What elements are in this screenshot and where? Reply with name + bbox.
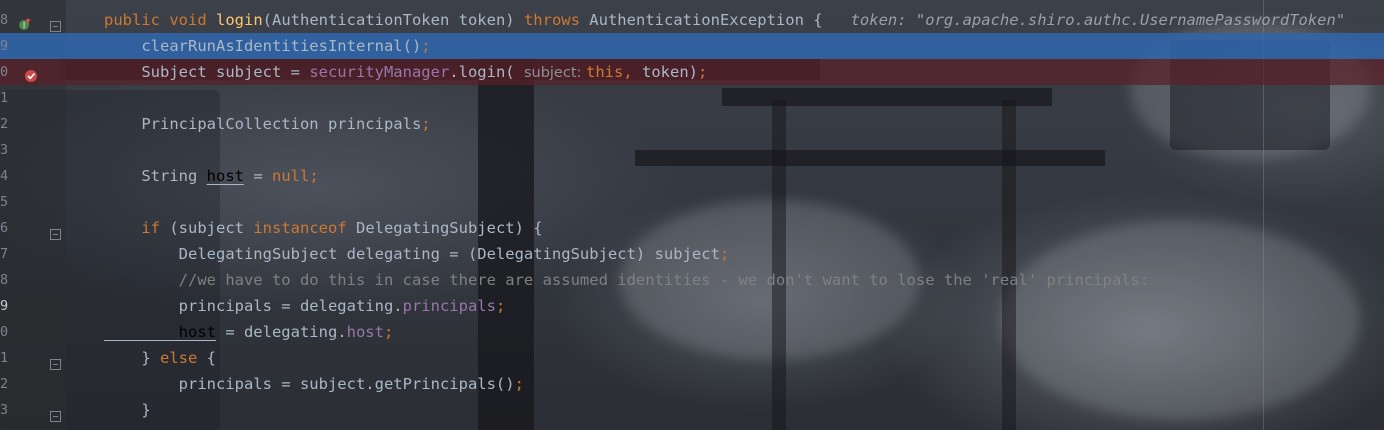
code-token: token) — [642, 63, 699, 81]
code-line[interactable]: 6 if (subject instanceof DelegatingSubje… — [0, 215, 1384, 241]
code-line[interactable]: 0 Subject subject = securityManager.logi… — [0, 59, 1384, 85]
fold-marker-icon[interactable] — [50, 352, 61, 370]
line-number[interactable]: 1 — [0, 345, 12, 371]
code-token: void — [169, 11, 216, 29]
code-token: (subject — [169, 219, 254, 237]
code-line[interactable]: 3 } — [0, 397, 1384, 423]
code-token: ; — [495, 297, 506, 315]
line-number[interactable]: 3 — [0, 137, 12, 163]
code-line[interactable]: 0 host = delegating.host; — [0, 319, 1384, 345]
fold-marker-icon[interactable] — [50, 14, 61, 32]
inline-debug-value: token: "org.apache.shiro.authc.UsernameP… — [850, 11, 1346, 29]
code-text: } — [104, 397, 151, 423]
line-number[interactable]: 7 — [0, 241, 12, 267]
line-number[interactable]: 9 — [0, 293, 12, 319]
code-text: principals = subject.getPrincipals(); — [104, 371, 524, 397]
line-number[interactable]: 2 — [0, 111, 12, 137]
code-token: PrincipalCollection principals — [104, 115, 422, 133]
line-number[interactable]: 8 — [0, 267, 12, 293]
code-token: host — [206, 167, 244, 185]
code-line[interactable]: 1 — [0, 85, 1384, 111]
code-token: clearRunAsIdentitiesInternal() — [104, 37, 422, 55]
code-token: ; — [421, 115, 431, 133]
code-token: this — [586, 63, 624, 81]
code-line[interactable]: 8 //we have to do this in case there are… — [0, 267, 1384, 293]
code-token: ; — [383, 323, 394, 341]
code-text: DelegatingSubject delegating = (Delegati… — [104, 241, 730, 267]
code-text: } else { — [104, 345, 216, 371]
line-number[interactable]: 3 — [0, 397, 12, 423]
code-token: else — [160, 349, 207, 367]
code-token: } — [104, 401, 151, 419]
code-token: principals = delegating. — [104, 297, 403, 315]
code-token: .login( — [449, 63, 524, 81]
code-token: throws — [523, 11, 590, 29]
code-token: principals — [402, 297, 496, 315]
code-text: clearRunAsIdentitiesInternal(); — [104, 33, 431, 59]
code-text: PrincipalCollection principals; — [104, 111, 431, 137]
code-token: AuthenticationException { — [589, 11, 823, 29]
code-text: Subject subject = securityManager.login(… — [104, 59, 707, 86]
line-number[interactable]: 8 — [0, 7, 12, 33]
code-token: } — [104, 349, 160, 367]
line-number[interactable]: 0 — [0, 319, 12, 345]
line-number[interactable]: 2 — [0, 371, 12, 397]
code-token: subject: — [523, 65, 587, 81]
code-text: principals = delegating.principals; — [104, 293, 506, 319]
line-number[interactable]: 1 — [0, 85, 12, 111]
code-token: String — [104, 167, 207, 185]
override-implements-icon[interactable]: I — [18, 13, 32, 30]
code-token: = delegating. — [215, 323, 347, 341]
code-text: if (subject instanceof DelegatingSubject… — [104, 215, 543, 241]
line-number[interactable]: 5 — [0, 189, 12, 215]
code-token: = — [243, 167, 272, 185]
code-token: , — [623, 63, 643, 81]
code-text: String host = null; — [104, 163, 319, 189]
code-token: ; — [719, 245, 730, 263]
code-token: host — [346, 323, 384, 341]
svg-text:I: I — [23, 21, 25, 30]
code-token: (AuthenticationToken token) — [262, 11, 524, 29]
code-text: host = delegating.host; — [104, 319, 394, 345]
code-line[interactable]: 7 DelegatingSubject delegating = (Delega… — [0, 241, 1384, 267]
code-token: instanceof — [253, 219, 356, 237]
fold-marker-icon[interactable] — [50, 222, 61, 240]
code-token: principals = subject.getPrincipals() — [104, 375, 515, 393]
code-token: ; — [698, 63, 708, 81]
code-token: ; — [309, 167, 319, 185]
code-line[interactable]: 5 — [0, 189, 1384, 215]
line-number[interactable]: 9 — [0, 33, 12, 59]
code-token: ; — [514, 375, 524, 393]
code-token: host — [104, 323, 216, 341]
code-token: login — [216, 11, 263, 29]
code-token: DelegatingSubject delegating = (Delegati… — [104, 245, 720, 263]
code-line[interactable]: 3 — [0, 137, 1384, 163]
code-token: DelegatingSubject) { — [355, 219, 543, 237]
code-text: public void login(AuthenticationToken to… — [104, 7, 1345, 33]
line-number[interactable]: 4 — [0, 163, 12, 189]
code-token: if — [104, 219, 170, 237]
code-line[interactable]: 1 } else { — [0, 345, 1384, 371]
code-line[interactable]: 2 PrincipalCollection principals; — [0, 111, 1384, 137]
code-line[interactable]: 4 String host = null; — [0, 163, 1384, 189]
code-token: ; — [421, 37, 431, 55]
code-line[interactable]: 9 clearRunAsIdentitiesInternal(); — [0, 33, 1384, 59]
fold-marker-icon[interactable] — [50, 404, 61, 422]
code-token: securityManager — [309, 63, 450, 81]
code-line[interactable]: 9 principals = delegating.principals; — [0, 293, 1384, 319]
breakpoint-hit-icon[interactable] — [24, 65, 38, 82]
code-editor[interactable]: 8 Ipublic void login(AuthenticationToken … — [0, 0, 1384, 430]
code-line[interactable]: 8 Ipublic void login(AuthenticationToken … — [0, 7, 1384, 33]
line-number[interactable]: 0 — [0, 59, 12, 85]
code-line[interactable]: 2 principals = subject.getPrincipals(); — [0, 371, 1384, 397]
line-number[interactable]: 6 — [0, 215, 12, 241]
code-token: //we have to do this in case there are a… — [104, 271, 1150, 289]
code-text: //we have to do this in case there are a… — [104, 267, 1150, 293]
code-token: null — [271, 167, 310, 185]
code-token: Subject subject = — [104, 63, 310, 81]
code-token: public — [104, 11, 170, 29]
code-token: { — [206, 349, 217, 367]
